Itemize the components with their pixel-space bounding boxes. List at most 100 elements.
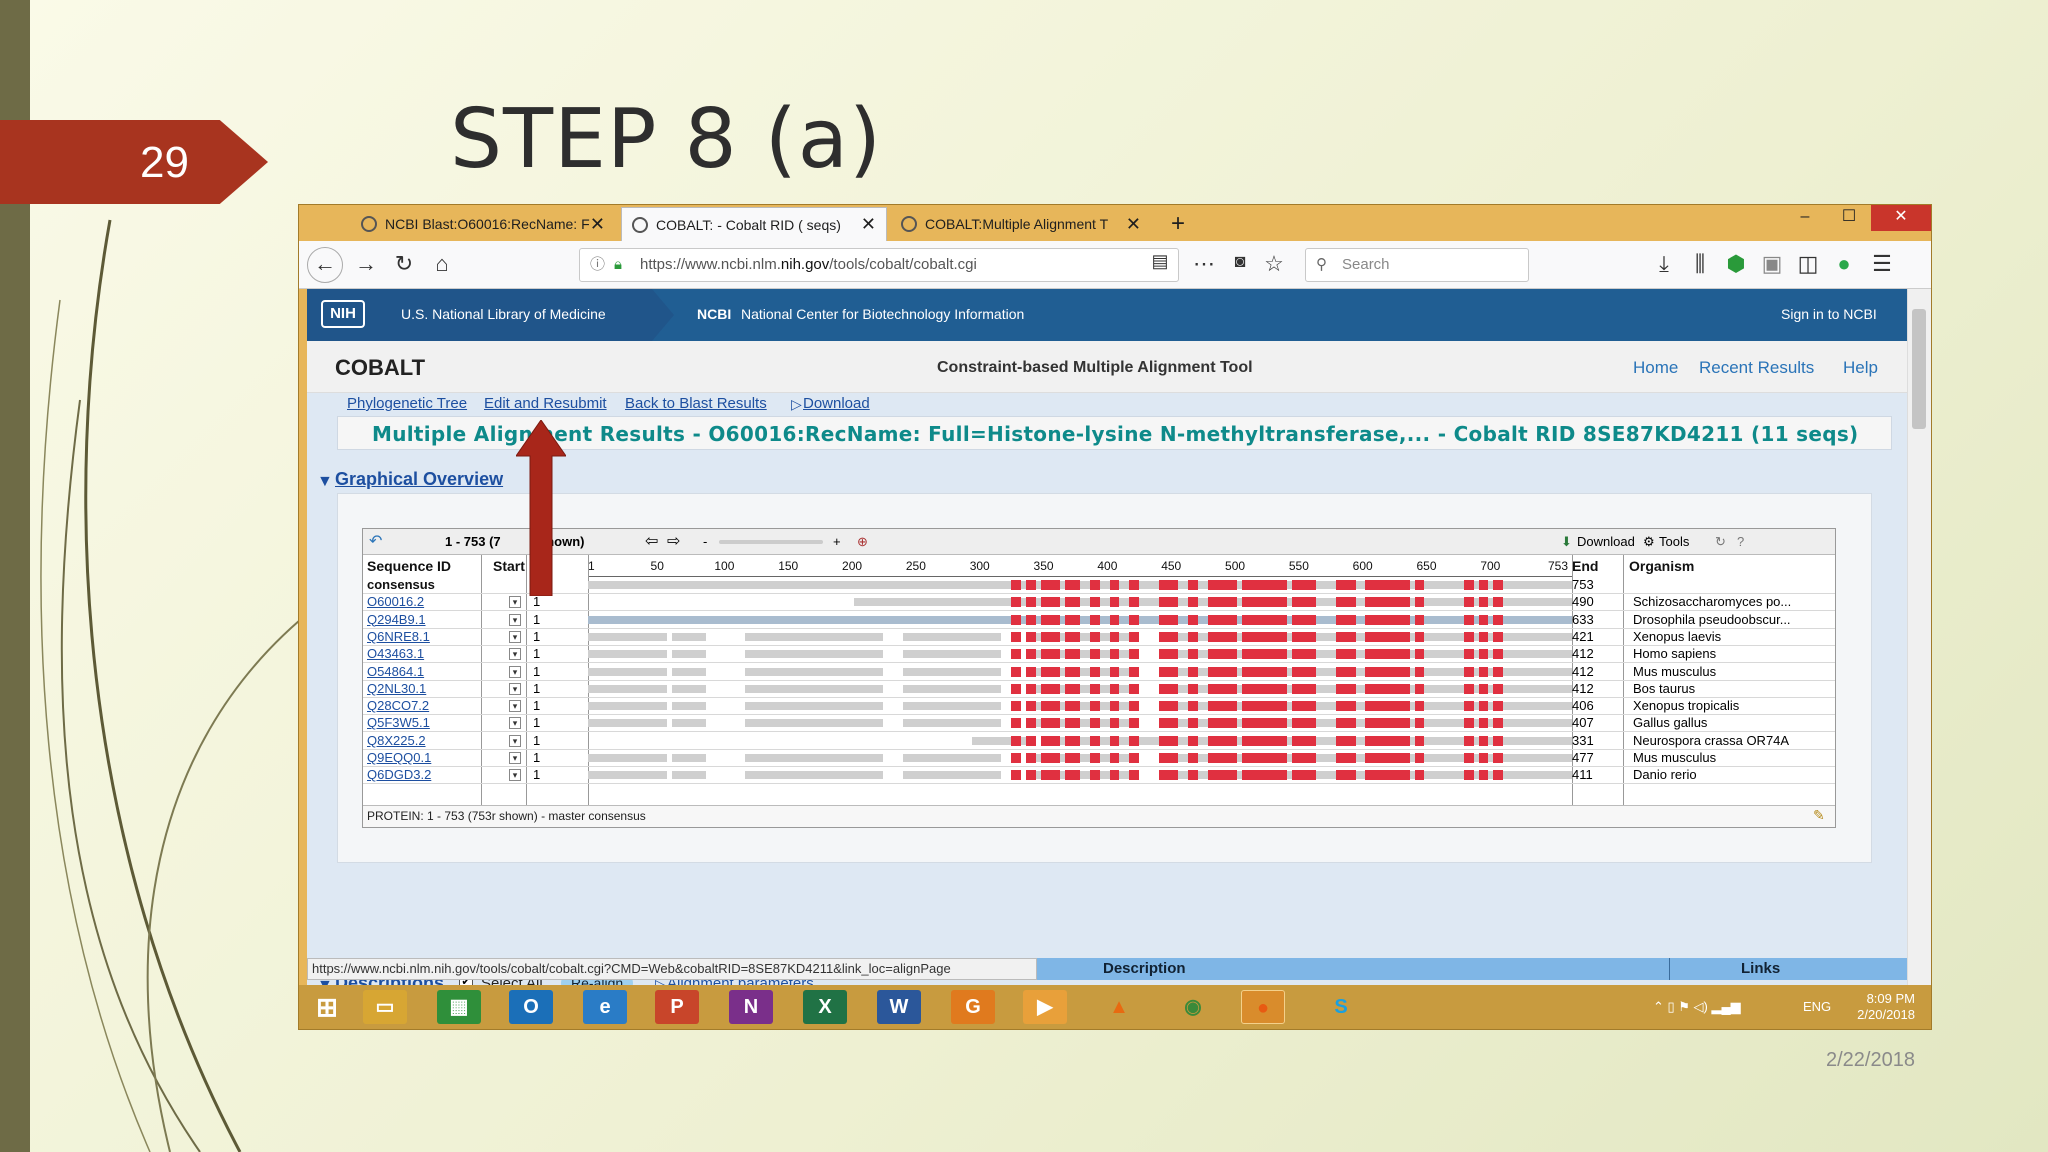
undo-icon[interactable]: ↶ — [369, 531, 382, 551]
back-button[interactable]: ← — [307, 247, 343, 283]
extension-icon[interactable]: ⬢ — [1721, 251, 1751, 277]
new-tab-button[interactable]: + — [1161, 207, 1201, 241]
download-icon[interactable]: ⬇ — [1561, 534, 1572, 550]
collapse-triangle-icon[interactable]: ▼ — [317, 473, 333, 491]
zoom-in-button[interactable]: + — [833, 534, 841, 549]
download-link[interactable]: Download — [803, 395, 870, 412]
recent-results-link[interactable]: Recent Results — [1699, 358, 1814, 378]
close-tab-icon[interactable]: ✕ — [590, 214, 605, 235]
alignment-track[interactable] — [588, 631, 1572, 642]
store-icon[interactable]: ▦ — [437, 990, 481, 1024]
clock[interactable]: 8:09 PM 2/20/2018 — [1857, 991, 1915, 1023]
word-icon[interactable]: W — [877, 990, 921, 1024]
marker-icon[interactable]: ⊕ — [857, 534, 868, 550]
expand-row-icon[interactable]: ▾ — [509, 613, 521, 626]
info-icon[interactable]: ⓘ — [590, 249, 605, 281]
ncbi-fullname[interactable]: National Center for Biotechnology Inform… — [741, 306, 1024, 322]
pan-left-icon[interactable]: ⇦ — [645, 531, 658, 551]
tab-ncbi-blast[interactable]: NCBI Blast:O60016:RecName: F ✕ — [351, 207, 615, 241]
forward-button[interactable]: → — [351, 251, 381, 277]
home-link[interactable]: Home — [1633, 358, 1678, 378]
search-input[interactable]: ⚲ Search — [1305, 248, 1529, 282]
camera-icon[interactable]: ▣ — [1757, 251, 1787, 277]
tray-icons[interactable]: ⌃ ▯ ⚑ ◁) ▂▄▆ — [1653, 999, 1741, 1015]
sequence-id-link[interactable]: Q6NRE8.1 — [367, 629, 475, 645]
alignment-track[interactable] — [588, 683, 1572, 694]
sign-in-link[interactable]: Sign in to NCBI — [1781, 306, 1877, 322]
grammarly-icon[interactable]: ● — [1829, 251, 1859, 277]
download-menu[interactable]: Download — [1577, 534, 1635, 549]
nih-logo[interactable]: NIH — [321, 300, 365, 328]
sequence-id-link[interactable]: O54864.1 — [367, 664, 475, 680]
file-explorer-icon[interactable]: ▭ — [363, 990, 407, 1024]
sequence-id-link[interactable]: Q9EQQ0.1 — [367, 750, 475, 766]
outlook-icon[interactable]: O — [509, 990, 553, 1024]
sequence-id-link[interactable]: Q5F3W5.1 — [367, 715, 475, 731]
expand-row-icon[interactable]: ▾ — [509, 630, 521, 643]
expand-row-icon[interactable]: ▾ — [509, 700, 521, 713]
media-player-icon[interactable]: ▶ — [1023, 990, 1067, 1024]
pocket-icon[interactable]: ◙ — [1225, 251, 1255, 272]
pencil-icon[interactable]: ✎ — [1813, 807, 1825, 824]
help-icon[interactable]: ? — [1737, 534, 1744, 549]
alignment-track[interactable] — [588, 614, 1572, 625]
expand-row-icon[interactable]: ▾ — [509, 682, 521, 695]
powerpoint-icon[interactable]: P — [655, 990, 699, 1024]
sequence-id-link[interactable]: O43463.1 — [367, 646, 475, 662]
scroll-thumb[interactable] — [1912, 309, 1926, 429]
more-actions-icon[interactable]: ⋯ — [1189, 251, 1219, 277]
alignment-track[interactable] — [588, 580, 1572, 590]
vlc-icon[interactable]: ▲ — [1097, 990, 1141, 1024]
alignment-track[interactable] — [588, 718, 1572, 729]
alignment-track[interactable] — [588, 753, 1572, 763]
internet-explorer-icon[interactable]: e — [583, 990, 627, 1024]
expand-row-icon[interactable]: ▾ — [509, 665, 521, 678]
back-to-blast-link[interactable]: Back to Blast Results — [625, 395, 767, 412]
page-scrollbar[interactable] — [1907, 289, 1931, 985]
graphical-overview-toggle[interactable]: Graphical Overview — [335, 469, 503, 490]
alignment-track[interactable] — [588, 701, 1572, 712]
pdf-app-icon[interactable]: G — [951, 990, 995, 1024]
edit-resubmit-link[interactable]: Edit and Resubmit — [484, 395, 607, 412]
maximize-button[interactable]: ☐ — [1827, 205, 1871, 231]
minimize-button[interactable]: – — [1783, 205, 1827, 231]
phylogenetic-tree-link[interactable]: Phylogenetic Tree — [347, 395, 467, 412]
language-indicator[interactable]: ENG — [1803, 999, 1831, 1014]
alignment-track[interactable] — [588, 649, 1572, 660]
windows-start-icon[interactable]: ⊞ — [305, 990, 349, 1024]
close-tab-icon[interactable]: ✕ — [1126, 214, 1141, 235]
expand-row-icon[interactable]: ▾ — [509, 648, 521, 661]
url-bar[interactable]: ⓘ 🔒︎ https://www.ncbi.nlm.nih.gov/tools/… — [579, 248, 1179, 282]
alignment-track[interactable] — [588, 597, 1572, 608]
downloads-icon[interactable]: ⤓ — [1649, 251, 1679, 277]
chrome-icon[interactable]: ◉ — [1171, 990, 1215, 1024]
sequence-id-link[interactable]: Q6DGD3.2 — [367, 767, 475, 783]
reader-view-icon[interactable]: ▤ — [1145, 251, 1175, 272]
sequence-id-link[interactable]: O60016.2 — [367, 594, 475, 610]
expand-row-icon[interactable]: ▾ — [509, 596, 521, 609]
firefox-icon[interactable]: ● — [1241, 990, 1285, 1024]
home-button[interactable]: ⌂ — [427, 251, 457, 277]
nlm-link[interactable]: U.S. National Library of Medicine — [401, 306, 606, 322]
alignment-track[interactable] — [588, 666, 1572, 677]
zoom-slider[interactable] — [719, 540, 823, 544]
gear-icon[interactable]: ⚙ — [1643, 534, 1655, 550]
refresh-icon[interactable]: ↻ — [1715, 534, 1726, 550]
alignment-track[interactable] — [588, 735, 1572, 746]
bookmark-star-icon[interactable]: ☆ — [1259, 251, 1289, 277]
tools-menu[interactable]: Tools — [1659, 534, 1689, 549]
menu-icon[interactable]: ☰ — [1867, 251, 1897, 277]
excel-icon[interactable]: X — [803, 990, 847, 1024]
onenote-icon[interactable]: N — [729, 990, 773, 1024]
expand-row-icon[interactable]: ▾ — [509, 734, 521, 747]
pan-right-icon[interactable]: ⇨ — [667, 531, 680, 551]
sequence-id-link[interactable]: Q8X225.2 — [367, 733, 475, 749]
ncbi-abbr[interactable]: NCBI — [697, 306, 731, 322]
close-tab-icon[interactable]: ✕ — [861, 214, 876, 235]
expand-row-icon[interactable]: ▾ — [509, 752, 521, 764]
library-icon[interactable]: ⫼ — [1685, 251, 1715, 277]
expand-row-icon[interactable]: ▾ — [509, 769, 521, 782]
tab-cobalt-rid[interactable]: COBALT: - Cobalt RID ( seqs) ✕ — [621, 207, 887, 241]
tab-cobalt-multiple[interactable]: COBALT:Multiple Alignment T ✕ — [891, 207, 1151, 241]
reload-button[interactable]: ↻ — [389, 251, 419, 277]
